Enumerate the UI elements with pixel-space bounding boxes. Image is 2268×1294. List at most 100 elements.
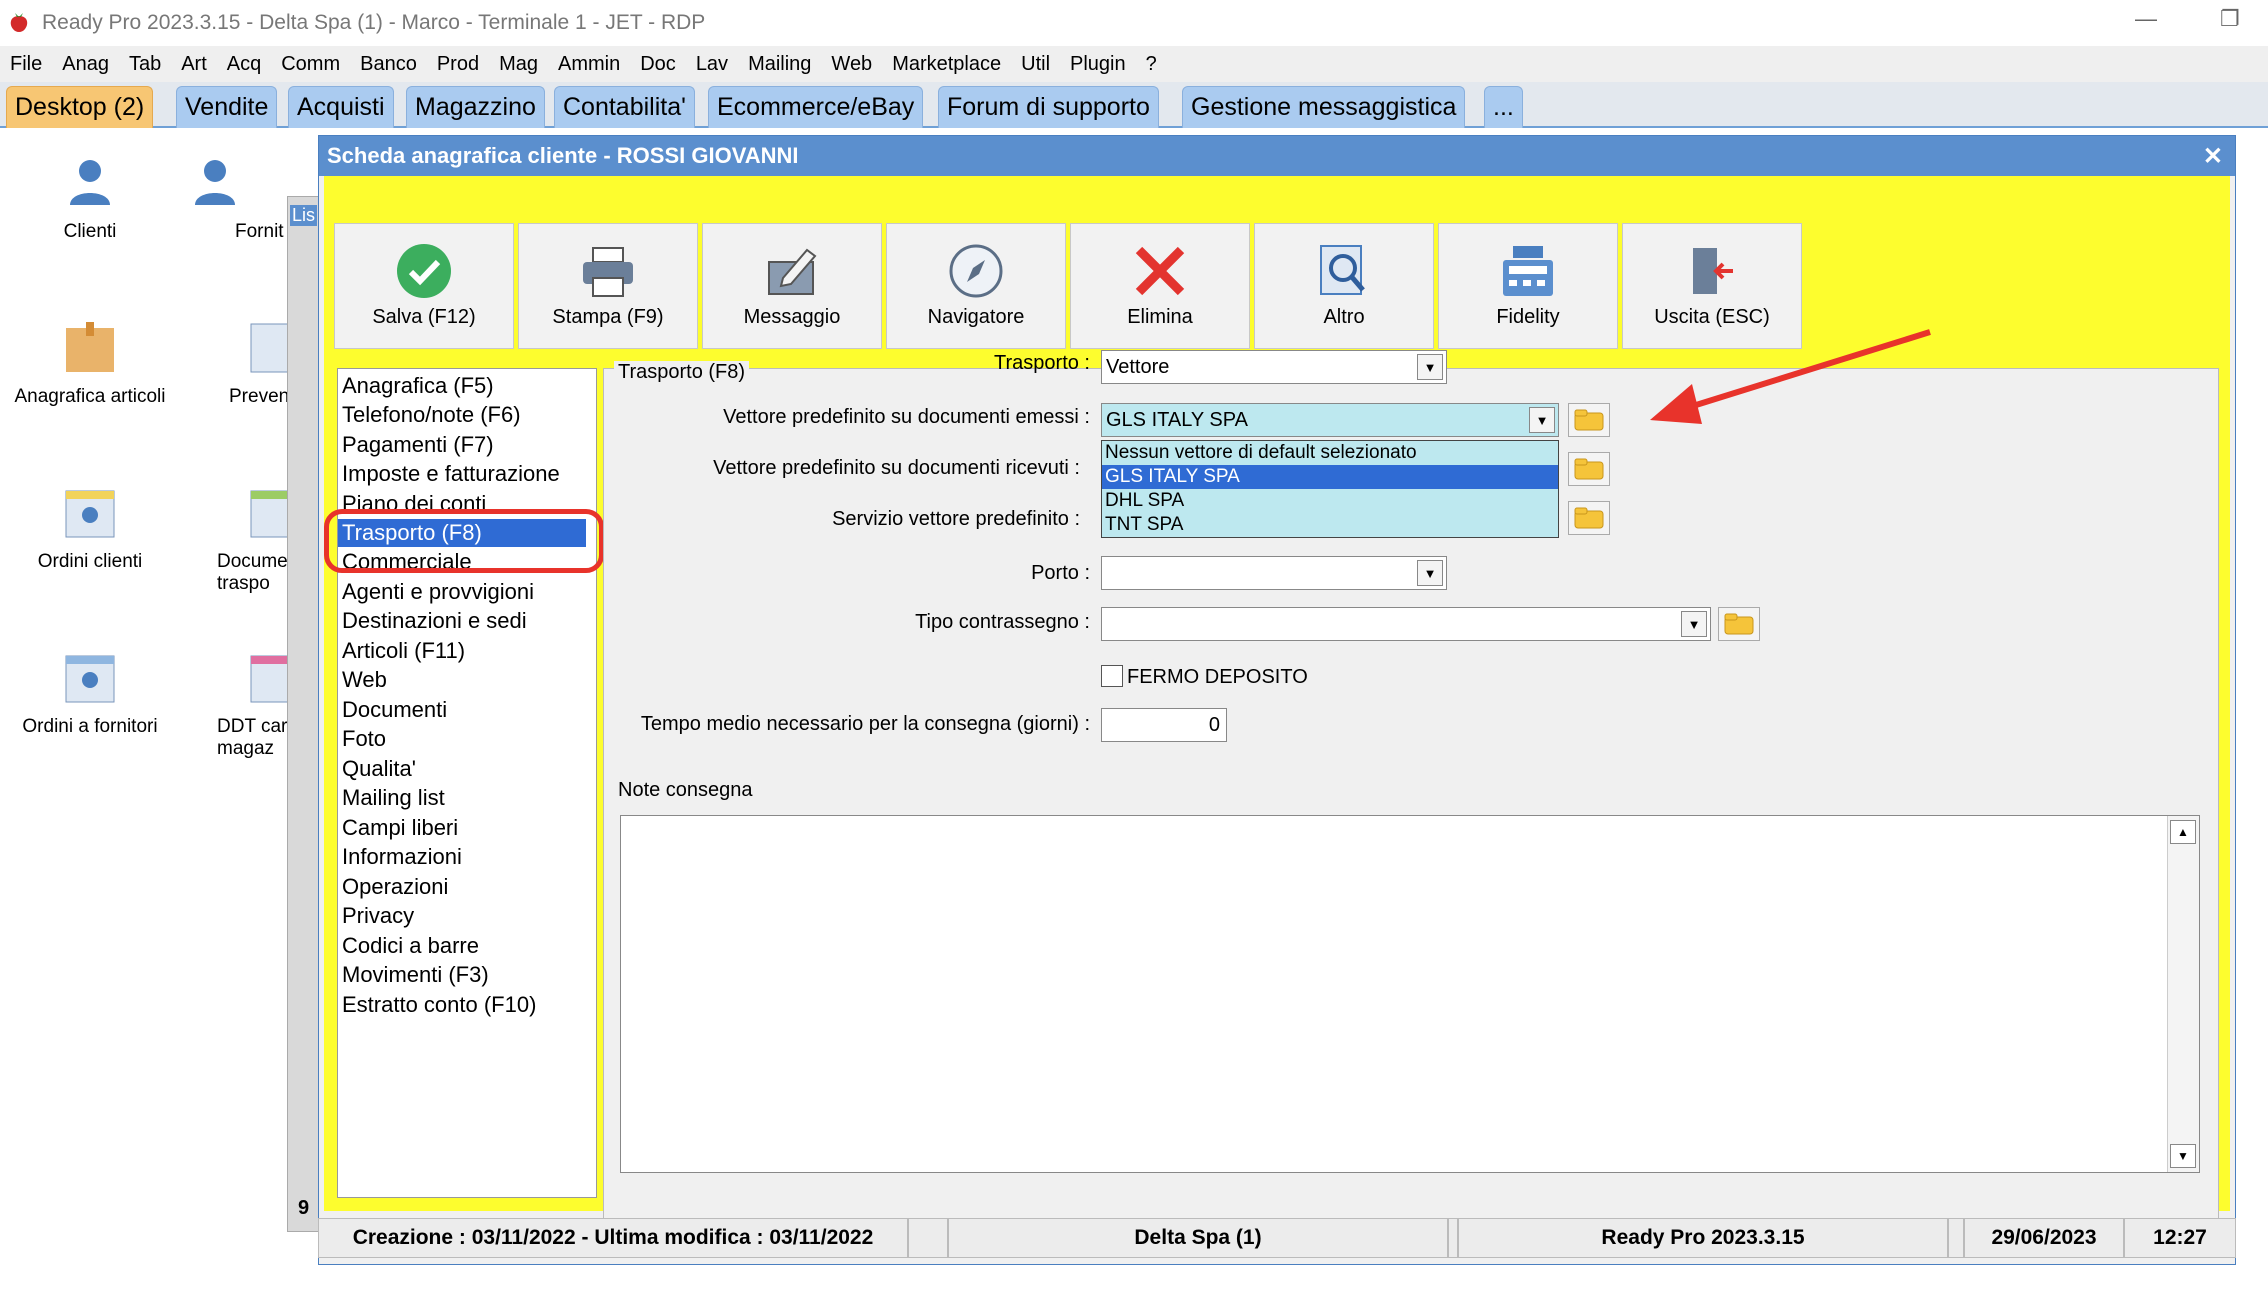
- chevron-down-icon[interactable]: ▼: [1529, 407, 1555, 433]
- desktop-icon-documenti-trasporto[interactable]: Docume traspo: [185, 483, 300, 595]
- vettore-emessi-select[interactable]: GLS ITALY SPA ▼: [1101, 403, 1559, 437]
- nav-item-codici-barre[interactable]: Codici a barre: [342, 932, 479, 960]
- desktop-icon-ordini-clienti[interactable]: Ordini clienti: [5, 483, 175, 573]
- nav-item-agenti[interactable]: Agenti e provvigioni: [342, 578, 534, 606]
- tab-desktop[interactable]: Desktop (2): [6, 86, 154, 128]
- annotation-circle: [324, 509, 604, 573]
- desktop-icon-clienti[interactable]: Clienti: [5, 153, 175, 243]
- save-button[interactable]: Salva (F12): [334, 223, 514, 349]
- dropdown-option[interactable]: GLS ITALY SPA: [1102, 465, 1558, 489]
- nav-item-articoli[interactable]: Articoli (F11): [342, 637, 465, 665]
- contrassegno-select[interactable]: ▼: [1101, 607, 1711, 641]
- trasporto-value: Vettore: [1106, 355, 1170, 378]
- tab-ecommerce[interactable]: Ecommerce/eBay: [708, 86, 924, 128]
- nav-item-campi-liberi[interactable]: Campi liberi: [342, 814, 458, 842]
- background-window-tab: Lis: [290, 205, 318, 226]
- menu-web[interactable]: Web: [831, 53, 872, 76]
- fidelity-label: Fidelity: [1496, 306, 1560, 328]
- vettore-dropdown-list: Nessun vettore di default selezionato GL…: [1101, 440, 1559, 538]
- vettore-emessi-folder-button[interactable]: [1568, 403, 1610, 437]
- navigator-button[interactable]: Navigatore: [886, 223, 1066, 349]
- tab-more[interactable]: ...: [1484, 86, 1523, 128]
- nav-item-privacy[interactable]: Privacy: [342, 902, 414, 930]
- annotation-arrow: [1650, 329, 1931, 424]
- chevron-down-icon[interactable]: ▼: [1417, 560, 1443, 586]
- scroll-down-icon[interactable]: ▼: [2170, 1144, 2196, 1168]
- box-icon: [66, 322, 114, 372]
- message-button[interactable]: Messaggio: [702, 223, 882, 349]
- background-window: Lis 9: [287, 196, 321, 1232]
- menu-lav[interactable]: Lav: [696, 53, 728, 76]
- chevron-down-icon[interactable]: ▼: [1681, 611, 1707, 637]
- tab-magazzino[interactable]: Magazzino: [406, 86, 545, 128]
- tab-vendite[interactable]: Vendite: [176, 86, 278, 128]
- nav-item-mailing[interactable]: Mailing list: [342, 784, 445, 812]
- nav-item-informazioni[interactable]: Informazioni: [342, 843, 462, 871]
- nav-item-documenti[interactable]: Documenti: [342, 696, 447, 724]
- nav-item-web[interactable]: Web: [342, 666, 387, 694]
- menu-art[interactable]: Art: [181, 53, 207, 76]
- nav-item-foto[interactable]: Foto: [342, 725, 386, 753]
- menu-util[interactable]: Util: [1021, 53, 1050, 76]
- nav-item-estratto-conto[interactable]: Estratto conto (F10): [342, 991, 536, 1019]
- close-icon[interactable]: ✕: [2203, 142, 2223, 171]
- servizio-folder-button[interactable]: [1568, 501, 1610, 535]
- nav-item-pagamenti[interactable]: Pagamenti (F7): [342, 431, 494, 459]
- scroll-up-icon[interactable]: ▲: [2170, 820, 2196, 844]
- nav-item-telefono[interactable]: Telefono/note (F6): [342, 401, 521, 429]
- desktop-icon-preventivi[interactable]: Preven: [185, 318, 300, 408]
- menu-acq[interactable]: Acq: [227, 53, 261, 76]
- fermo-deposito-checkbox[interactable]: [1101, 665, 1123, 687]
- nav-item-qualita[interactable]: Qualita': [342, 755, 416, 783]
- background-window-footer: 9: [298, 1197, 310, 1219]
- tempo-consegna-input[interactable]: 0: [1101, 708, 1227, 742]
- nav-item-movimenti[interactable]: Movimenti (F3): [342, 961, 489, 989]
- menu-doc[interactable]: Doc: [640, 53, 676, 76]
- delete-button[interactable]: Elimina: [1070, 223, 1250, 349]
- restore-icon[interactable]: ❐: [2220, 6, 2240, 32]
- print-button[interactable]: Stampa (F9): [518, 223, 698, 349]
- more-label: Altro: [1323, 306, 1365, 328]
- menu-help[interactable]: ?: [1146, 53, 1157, 76]
- chevron-down-icon[interactable]: ▼: [1417, 354, 1443, 380]
- dialog-title: Scheda anagrafica cliente - ROSSI GIOVAN…: [327, 143, 799, 168]
- fidelity-button[interactable]: Fidelity: [1438, 223, 1618, 349]
- menu-mag[interactable]: Mag: [499, 53, 538, 76]
- tab-forum[interactable]: Forum di supporto: [938, 86, 1159, 128]
- tab-acquisti[interactable]: Acquisti: [288, 86, 394, 128]
- menu-marketplace[interactable]: Marketplace: [892, 53, 1001, 76]
- window-titlebar: Ready Pro 2023.3.15 - Delta Spa (1) - Ma…: [0, 0, 2268, 46]
- dropdown-option[interactable]: TNT SPA: [1102, 513, 1558, 537]
- desktop-icon-fornitori[interactable]: Fornit: [185, 153, 295, 243]
- tab-messaggistica[interactable]: Gestione messaggistica: [1182, 86, 1466, 128]
- vettore-ricevuti-label: Vettore predefinito su documenti ricevut…: [713, 457, 1080, 479]
- minimize-icon[interactable]: —: [2135, 6, 2157, 32]
- menu-comm[interactable]: Comm: [281, 53, 340, 76]
- nav-item-imposte[interactable]: Imposte e fatturazione: [342, 460, 560, 488]
- porto-select[interactable]: ▼: [1101, 556, 1447, 590]
- trasporto-label: Trasporto :: [994, 352, 1090, 374]
- desktop-icon-ordini-fornitori[interactable]: Ordini a fornitori: [5, 648, 175, 738]
- notes-scrollbar[interactable]: ▲ ▼: [2167, 816, 2199, 1172]
- dropdown-option[interactable]: Nessun vettore di default selezionato: [1102, 441, 1558, 465]
- menu-banco[interactable]: Banco: [360, 53, 417, 76]
- menu-file[interactable]: File: [10, 53, 42, 76]
- vettore-ricevuti-folder-button[interactable]: [1568, 452, 1610, 486]
- menu-plugin[interactable]: Plugin: [1070, 53, 1126, 76]
- desktop-icon-articoli[interactable]: Anagrafica articoli: [5, 318, 175, 408]
- menu-anag[interactable]: Anag: [62, 53, 109, 76]
- nav-item-operazioni[interactable]: Operazioni: [342, 873, 448, 901]
- menu-ammin[interactable]: Ammin: [558, 53, 620, 76]
- note-consegna-textarea[interactable]: ▲ ▼: [620, 815, 2200, 1173]
- more-button[interactable]: Altro: [1254, 223, 1434, 349]
- menu-tab[interactable]: Tab: [129, 53, 161, 76]
- contrassegno-folder-button[interactable]: [1718, 607, 1760, 641]
- menu-mailing[interactable]: Mailing: [748, 53, 811, 76]
- tab-contabilita[interactable]: Contabilita': [554, 86, 695, 128]
- dropdown-option[interactable]: DHL SPA: [1102, 489, 1558, 513]
- nav-item-anagrafica[interactable]: Anagrafica (F5): [342, 372, 494, 400]
- menu-prod[interactable]: Prod: [437, 53, 479, 76]
- trasporto-select[interactable]: Vettore ▼: [1101, 350, 1447, 384]
- nav-item-destinazioni[interactable]: Destinazioni e sedi: [342, 607, 527, 635]
- desktop-icon-ddt-carico[interactable]: DDT car magaz: [185, 648, 300, 760]
